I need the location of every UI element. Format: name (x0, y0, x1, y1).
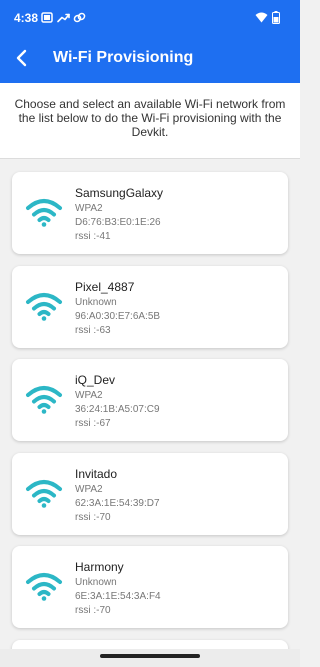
status-bar: 4:38 (0, 0, 300, 36)
network-mac: 6E:3A:1E:54:3A:F4 (75, 591, 161, 602)
network-rssi: rssi :-63 (75, 325, 111, 336)
instructions-line-2: the list below to do the Wi-Fi provision… (18, 111, 282, 125)
wifi-signal-icon (255, 12, 268, 23)
page-title: Wi-Fi Provisioning (53, 49, 194, 66)
wifi-icon (26, 480, 62, 508)
network-card[interactable]: iQ_Dev WPA2 36:24:1B:A5:07:C9 rssi :-67 (12, 359, 288, 441)
wifi-icon (26, 573, 62, 601)
screen-icon (41, 12, 53, 23)
network-rssi: rssi :-41 (75, 231, 111, 242)
network-mac: 62:3A:1E:54:39:D7 (75, 498, 160, 509)
network-mac: D6:76:B3:E0:1E:26 (75, 217, 161, 228)
network-rssi: rssi :-70 (75, 605, 111, 616)
status-time: 4:38 (14, 11, 39, 25)
wifi-icon (26, 293, 62, 321)
wifi-icon (26, 386, 62, 414)
wifi-icon (26, 199, 62, 227)
battery-icon (272, 11, 280, 24)
network-rssi: rssi :-67 (75, 418, 111, 429)
back-arrow-icon[interactable] (10, 46, 34, 70)
network-card[interactable]: Harmony Unknown 6E:3A:1E:54:3A:F4 rssi :… (12, 546, 288, 628)
instructions-panel: Choose and select an available Wi-Fi net… (0, 83, 300, 159)
network-name: Harmony (75, 560, 124, 574)
link-icon (73, 12, 86, 23)
instructions-text: Choose and select an available Wi-Fi net… (12, 97, 288, 139)
app-bar: Wi-Fi Provisioning (0, 36, 300, 83)
network-security: Unknown (75, 577, 117, 588)
network-card[interactable]: Pixel_4887 Unknown 96:A0:30:E7:6A:5B rss… (12, 266, 288, 348)
network-security: Unknown (75, 297, 117, 308)
network-name: iQ_Dev (75, 373, 116, 387)
network-mac: 36:24:1B:A5:07:C9 (75, 404, 160, 415)
trend-icon (57, 13, 70, 23)
network-name: Invitado (75, 467, 118, 481)
network-card[interactable]: Invitado WPA2 62:3A:1E:54:39:D7 rssi :-7… (12, 453, 288, 535)
network-card[interactable]: SamsungGalaxy WPA2 D6:76:B3:E0:1E:26 rss… (12, 172, 288, 254)
home-gesture-handle[interactable] (100, 654, 200, 658)
instructions-line-3: Devkit. (131, 125, 169, 139)
header: 4:38 Wi-Fi Provisioning (0, 0, 300, 83)
network-name: SamsungGalaxy (75, 186, 164, 200)
gesture-nav-area (0, 649, 300, 667)
network-rssi: rssi :-70 (75, 512, 111, 523)
instructions-line-1: Choose and select an available Wi-Fi net… (14, 97, 286, 111)
network-security: WPA2 (75, 203, 103, 214)
network-name: Pixel_4887 (75, 280, 135, 294)
network-security: WPA2 (75, 484, 103, 495)
network-security: WPA2 (75, 390, 103, 401)
network-mac: 96:A0:30:E7:6A:5B (75, 311, 161, 322)
